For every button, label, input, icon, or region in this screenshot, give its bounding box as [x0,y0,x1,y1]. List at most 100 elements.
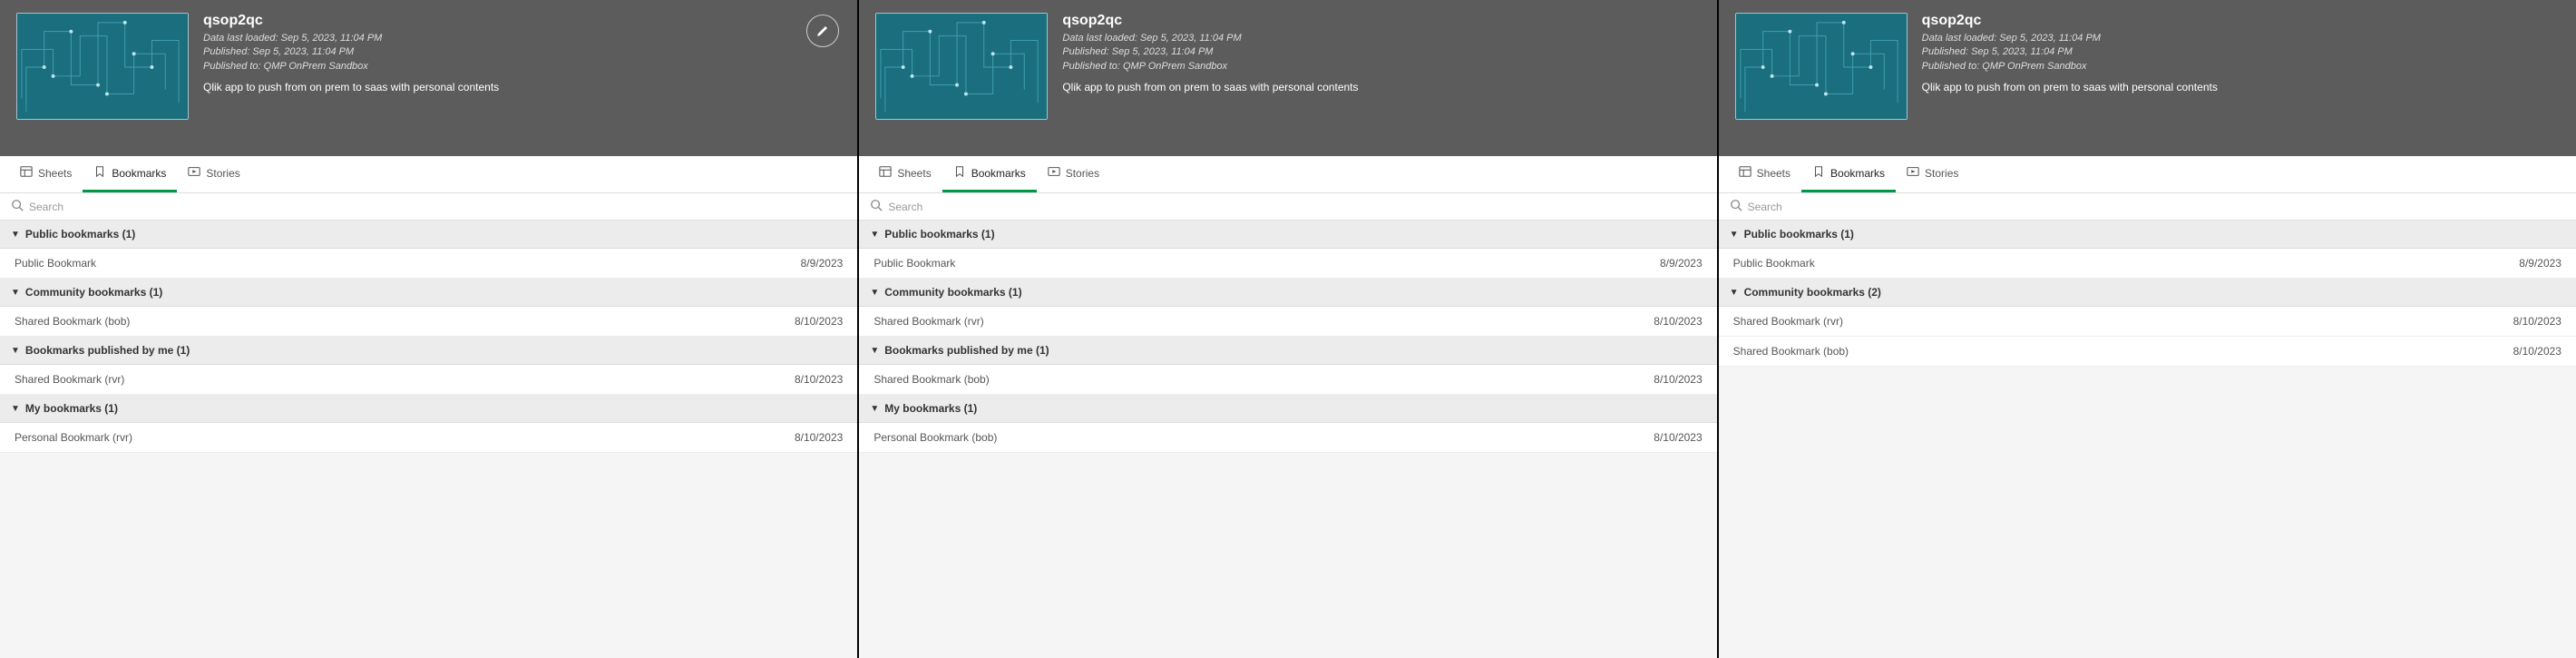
bookmark-row[interactable]: Shared Bookmark (rvr) 8/10/2023 [1719,307,2576,337]
bookmark-name: Shared Bookmark (bob) [15,315,130,328]
tab-label: Bookmarks [112,167,166,180]
meta-published: Published: Sep 5, 2023, 11:04 PM [1062,45,1700,59]
tab-bar: Sheets Bookmarks Stories [0,156,857,193]
app-header-text: qsop2qc Data last loaded: Sep 5, 2023, 1… [1062,13,1700,93]
bookmark-row[interactable]: Shared Bookmark (bob) 8/10/2023 [859,365,1716,395]
caret-down-icon: ▼ [11,288,20,298]
app-description: Qlik app to push from on prem to saas wi… [1062,81,1700,93]
caret-down-icon: ▼ [870,346,879,356]
bookmark-row[interactable]: Shared Bookmark (bob) 8/10/2023 [0,307,857,337]
bookmark-date: 8/10/2023 [795,315,843,328]
group-header[interactable]: ▼ Public bookmarks (1) [0,221,857,249]
bookmark-name: Personal Bookmark (rvr) [15,431,132,444]
group-label: Public bookmarks (1) [1744,228,1854,241]
app-title: qsop2qc [1922,13,2560,29]
bookmark-row[interactable]: Public Bookmark 8/9/2023 [1719,249,2576,279]
group-label: Public bookmarks (1) [884,228,994,241]
search-input[interactable] [29,201,846,213]
group-header[interactable]: ▼ Community bookmarks (1) [0,279,857,307]
tab-bar: Sheets Bookmarks Stories [1719,156,2576,193]
bookmark-date: 8/10/2023 [795,373,843,386]
bookmark-date: 8/9/2023 [1660,257,1703,270]
group-header[interactable]: ▼ My bookmarks (1) [859,395,1716,423]
app-header-text: qsop2qc Data last loaded: Sep 5, 2023, 1… [1922,13,2560,93]
meta-loaded: Data last loaded: Sep 5, 2023, 11:04 PM [1062,32,1700,45]
bookmark-row[interactable]: Public Bookmark 8/9/2023 [0,249,857,279]
search-icon [870,199,888,214]
group-header[interactable]: ▼ My bookmarks (1) [0,395,857,423]
caret-down-icon: ▼ [870,230,879,240]
search-icon [11,199,29,214]
group-header[interactable]: ▼ Community bookmarks (2) [1719,279,2576,307]
tab-bookmarks[interactable]: Bookmarks [1801,156,1896,192]
meta-loaded: Data last loaded: Sep 5, 2023, 11:04 PM [203,32,841,45]
search-bar [0,193,857,221]
story-icon [188,165,200,181]
group-label: Community bookmarks (1) [25,286,162,299]
tab-stories[interactable]: Stories [1037,156,1110,192]
bookmark-list: ▼ Public bookmarks (1) Public Bookmark 8… [859,221,1716,658]
group-label: Bookmarks published by me (1) [884,344,1049,357]
app-title: qsop2qc [1062,13,1700,29]
tab-bookmarks[interactable]: Bookmarks [83,156,177,192]
group-label: Community bookmarks (2) [1744,286,1881,299]
bookmark-icon [1812,165,1825,181]
app-panel: qsop2qc Data last loaded: Sep 5, 2023, 1… [1719,0,2576,658]
group-label: My bookmarks (1) [25,402,118,415]
tab-sheets[interactable]: Sheets [1728,156,1801,192]
bookmark-date: 8/10/2023 [2513,315,2561,328]
tab-label: Stories [206,167,239,180]
tab-label: Sheets [1757,167,1791,180]
bookmark-name: Shared Bookmark (bob) [1733,345,1849,358]
app-description: Qlik app to push from on prem to saas wi… [203,81,841,93]
meta-published-to: Published to: QMP OnPrem Sandbox [1922,60,2560,74]
search-input[interactable] [888,201,1705,213]
bookmark-name: Shared Bookmark (rvr) [15,373,124,386]
meta-loaded: Data last loaded: Sep 5, 2023, 11:04 PM [1922,32,2560,45]
bookmark-name: Shared Bookmark (rvr) [873,315,983,328]
bookmark-row[interactable]: Shared Bookmark (bob) 8/10/2023 [1719,337,2576,367]
search-input[interactable] [1748,201,2565,213]
caret-down-icon: ▼ [870,404,879,414]
tab-label: Bookmarks [1830,167,1885,180]
bookmark-row[interactable]: Public Bookmark 8/9/2023 [859,249,1716,279]
app-title: qsop2qc [203,13,841,29]
bookmark-list: ▼ Public bookmarks (1) Public Bookmark 8… [1719,221,2576,658]
search-bar [859,193,1716,221]
tab-sheets[interactable]: Sheets [9,156,83,192]
group-header[interactable]: ▼ Bookmarks published by me (1) [859,337,1716,365]
caret-down-icon: ▼ [870,288,879,298]
group-header[interactable]: ▼ Community bookmarks (1) [859,279,1716,307]
meta-published-to: Published to: QMP OnPrem Sandbox [203,60,841,74]
bookmark-name: Public Bookmark [1733,257,1815,270]
caret-down-icon: ▼ [1730,288,1739,298]
group-label: My bookmarks (1) [884,402,977,415]
tab-label: Sheets [897,167,931,180]
bookmark-row[interactable]: Personal Bookmark (bob) 8/10/2023 [859,423,1716,453]
sheets-icon [20,165,33,181]
bookmark-icon [93,165,106,181]
meta-published-to: Published to: QMP OnPrem Sandbox [1062,60,1700,74]
meta-published: Published: Sep 5, 2023, 11:04 PM [203,45,841,59]
sheets-icon [879,165,892,181]
group-header[interactable]: ▼ Public bookmarks (1) [859,221,1716,249]
bookmark-row[interactable]: Personal Bookmark (rvr) 8/10/2023 [0,423,857,453]
app-header-text: qsop2qc Data last loaded: Sep 5, 2023, 1… [203,13,841,93]
bookmark-name: Shared Bookmark (bob) [873,373,989,386]
group-header[interactable]: ▼ Bookmarks published by me (1) [0,337,857,365]
group-label: Bookmarks published by me (1) [25,344,190,357]
group-header[interactable]: ▼ Public bookmarks (1) [1719,221,2576,249]
app-panel: qsop2qc Data last loaded: Sep 5, 2023, 1… [859,0,1718,658]
bookmark-row[interactable]: Shared Bookmark (rvr) 8/10/2023 [859,307,1716,337]
tab-sheets[interactable]: Sheets [868,156,942,192]
bookmark-list: ▼ Public bookmarks (1) Public Bookmark 8… [0,221,857,658]
bookmark-row[interactable]: Shared Bookmark (rvr) 8/10/2023 [0,365,857,395]
bookmark-date: 8/9/2023 [801,257,844,270]
sheets-icon [1739,165,1751,181]
tab-stories[interactable]: Stories [177,156,250,192]
bookmark-date: 8/10/2023 [795,431,843,444]
tab-bookmarks[interactable]: Bookmarks [942,156,1037,192]
story-icon [1048,165,1060,181]
bookmark-name: Shared Bookmark (rvr) [1733,315,1843,328]
tab-stories[interactable]: Stories [1896,156,1969,192]
